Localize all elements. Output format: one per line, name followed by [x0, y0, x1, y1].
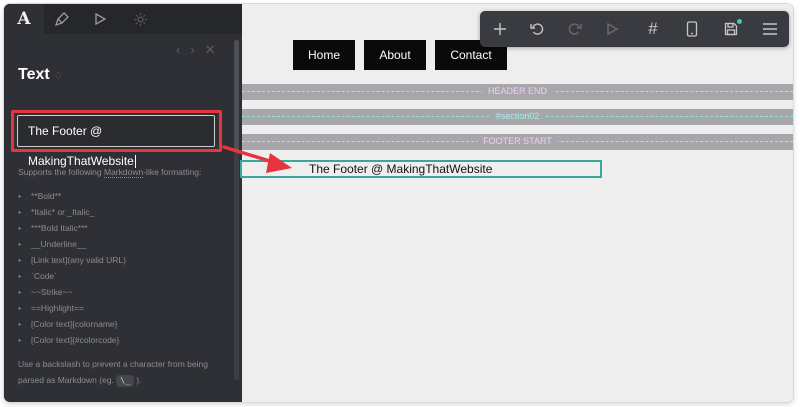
text-content-input[interactable]: The Footer @ MakingThatWebsite	[17, 115, 215, 169]
panel-navigation: ‹ › ✕	[176, 42, 216, 58]
text-tab[interactable]: A	[4, 4, 44, 34]
section-label: #section02	[489, 111, 546, 121]
paint-brush-icon	[54, 12, 69, 27]
scrollbar-thumb[interactable]	[234, 40, 239, 150]
help-list: **Bold** *Italic* or _Italic_ ***Bold It…	[18, 188, 234, 348]
selected-footer-text-element[interactable]: The Footer @ MakingThatWebsite	[240, 160, 602, 178]
editor-toolbar: #	[480, 11, 789, 47]
help-item: `Code`	[18, 268, 234, 284]
markdown-link[interactable]: Markdown	[104, 167, 144, 178]
undo-button[interactable]	[519, 11, 555, 47]
undo-icon	[530, 23, 544, 35]
help-item: **Bold**	[18, 188, 234, 204]
help-intro: Supports the following Markdown-like for…	[18, 167, 202, 178]
help-item: *Italic* or _Italic_	[18, 204, 234, 220]
nav-home-button[interactable]: Home	[293, 40, 355, 70]
help-item: [Color text]{#colorcode}	[18, 332, 234, 348]
save-icon	[724, 22, 738, 36]
mobile-view-button[interactable]	[674, 11, 710, 47]
style-tab[interactable]	[42, 4, 82, 34]
properties-panel: A ‹ › ✕ Text ♢ The Footer @ MakingThatWe…	[4, 4, 242, 402]
preview-tab[interactable]	[80, 4, 120, 34]
redo-icon	[568, 23, 582, 35]
close-icon[interactable]: ✕	[205, 42, 216, 58]
plus-icon	[494, 23, 506, 35]
menu-button[interactable]	[752, 11, 788, 47]
footer-start-label: FOOTER START	[477, 136, 558, 146]
panel-title: Text ♢	[18, 66, 63, 83]
save-button[interactable]	[713, 11, 749, 47]
chevron-right-icon[interactable]: ›	[190, 42, 194, 58]
markdown-help: Supports the following Markdown-like for…	[18, 164, 234, 388]
sort-caret-icon[interactable]: ♢	[54, 71, 63, 82]
footer-start-divider[interactable]: FOOTER START	[242, 134, 793, 150]
panel-tab-bar: A	[4, 4, 242, 34]
help-item: __Underline__	[18, 236, 234, 252]
grid-button[interactable]: #	[635, 11, 671, 47]
play-icon	[607, 22, 619, 36]
section-divider[interactable]: #section02	[242, 109, 793, 125]
page-canvas: Home About Contact HEADER END #section02…	[240, 4, 793, 402]
app-window: A ‹ › ✕ Text ♢ The Footer @ MakingThatWe…	[4, 4, 793, 402]
nav-about-button[interactable]: About	[364, 40, 426, 70]
help-item: [Color text]{colorname}	[18, 316, 234, 332]
backslash-key-example: \_	[116, 375, 134, 387]
help-item: ==Highlight==	[18, 300, 234, 316]
unsaved-indicator	[737, 19, 742, 24]
grid-hash-icon: #	[648, 19, 658, 38]
help-item: [Link text](any valid URL)	[18, 252, 234, 268]
add-button[interactable]	[482, 11, 518, 47]
mobile-icon	[686, 21, 698, 37]
text-format-icon: A	[17, 9, 31, 29]
help-footer: Use a backslash to prevent a character f…	[18, 359, 208, 387]
header-end-label: HEADER END	[481, 86, 554, 96]
gear-icon	[133, 12, 147, 26]
help-item: ~~Strike~~	[18, 284, 234, 300]
settings-tab[interactable]	[120, 4, 160, 34]
redo-button[interactable]	[557, 11, 593, 47]
menu-icon	[763, 23, 777, 35]
chevron-left-icon[interactable]: ‹	[176, 42, 180, 58]
preview-play-button[interactable]	[594, 11, 630, 47]
play-icon	[95, 12, 107, 26]
panel-scrollbar[interactable]	[234, 40, 239, 380]
header-end-divider[interactable]: HEADER END	[242, 84, 793, 100]
help-item: ***Bold Italic***	[18, 220, 234, 236]
